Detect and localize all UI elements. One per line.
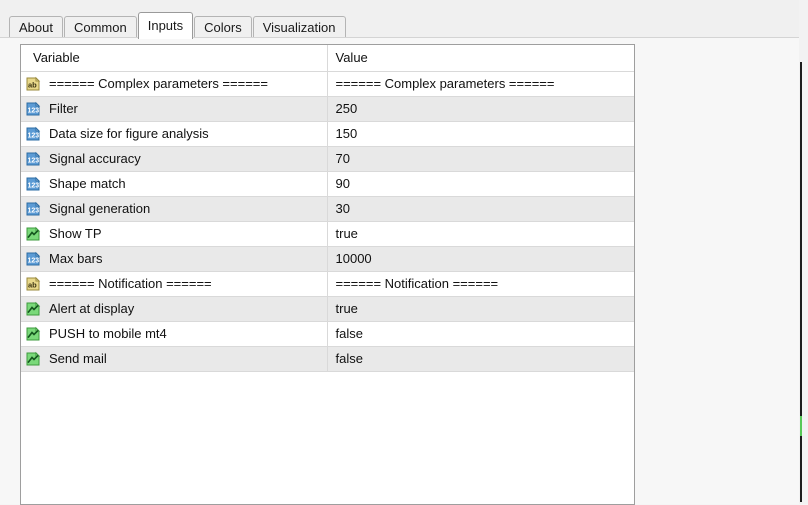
column-header-variable[interactable]: Variable <box>21 45 327 72</box>
tab-colors[interactable]: Colors <box>194 16 252 38</box>
variable-label: Filter <box>49 101 78 116</box>
table-row[interactable]: Alert at display true <box>21 296 634 322</box>
table-body: ab ====== Complex parameters ====== ======… <box>21 71 634 372</box>
tab-inputs[interactable]: Inputs <box>137 12 194 39</box>
number-type-icon: 123 <box>25 126 41 142</box>
variable-label: Show TP <box>49 226 102 241</box>
cell-variable[interactable]: Send mail <box>21 346 327 372</box>
boolean-type-icon <box>25 351 41 367</box>
cell-value[interactable]: ====== Notification ====== <box>326 271 634 297</box>
cell-value[interactable]: false <box>326 321 634 347</box>
svg-text:123: 123 <box>28 182 40 189</box>
table-row[interactable]: Show TP true <box>21 221 634 247</box>
variable-label: Data size for figure analysis <box>49 126 209 141</box>
variable-label: Send mail <box>49 351 107 366</box>
column-header-value[interactable]: Value <box>326 45 634 72</box>
number-type-icon: 123 <box>25 201 41 217</box>
cell-variable[interactable]: 123 Filter <box>21 96 327 122</box>
cell-variable[interactable]: Alert at display <box>21 296 327 322</box>
table-row[interactable]: PUSH to mobile mt4 false <box>21 321 634 347</box>
svg-text:123: 123 <box>28 132 40 139</box>
scrollbar-accent-marker <box>800 416 802 436</box>
string-type-icon: ab <box>25 76 41 92</box>
svg-text:ab: ab <box>28 80 37 89</box>
boolean-type-icon <box>25 326 41 342</box>
variable-label: ====== Complex parameters ====== <box>49 76 268 91</box>
boolean-type-icon <box>25 301 41 317</box>
variable-label: Alert at display <box>49 301 135 316</box>
cell-variable[interactable]: 123 Signal generation <box>21 196 327 222</box>
variable-label: Max bars <box>49 251 103 266</box>
cell-value[interactable]: 70 <box>326 146 634 172</box>
string-type-icon: ab <box>25 276 41 292</box>
boolean-type-icon <box>25 226 41 242</box>
inputs-pane: Variable Value ab ====== Complex paramete… <box>0 37 799 505</box>
svg-text:123: 123 <box>28 107 40 114</box>
variable-label: Signal generation <box>49 201 151 216</box>
svg-text:123: 123 <box>28 257 40 264</box>
svg-text:123: 123 <box>28 157 40 164</box>
tab-common[interactable]: Common <box>63 16 137 38</box>
dialog-body: About Common Inputs Colors Visualization Var… <box>0 0 799 505</box>
number-type-icon: 123 <box>25 151 41 167</box>
cell-variable[interactable]: 123 Data size for figure analysis <box>21 121 327 147</box>
variable-label: Shape match <box>49 176 126 191</box>
expert-properties-dialog: About Common Inputs Colors Visualization Var… <box>0 0 808 505</box>
parameters-table-container[interactable]: Variable Value ab ====== Complex paramete… <box>20 44 635 505</box>
cell-variable[interactable]: 123 Max bars <box>21 246 327 272</box>
variable-label: Signal accuracy <box>49 151 141 166</box>
number-type-icon: 123 <box>25 251 41 267</box>
cell-value[interactable]: 150 <box>326 121 634 147</box>
table-row[interactable]: Send mail false <box>21 346 634 372</box>
cell-value[interactable]: 30 <box>326 196 634 222</box>
cell-variable[interactable]: 123 Signal accuracy <box>21 146 327 172</box>
table-row[interactable]: ab ====== Notification ====== ====== Notif… <box>21 271 634 297</box>
svg-text:ab: ab <box>28 280 37 289</box>
table-row[interactable]: 123 Signal accuracy 70 <box>21 146 634 172</box>
number-type-icon: 123 <box>25 176 41 192</box>
cell-value[interactable]: 10000 <box>326 246 634 272</box>
cell-variable[interactable]: PUSH to mobile mt4 <box>21 321 327 347</box>
cell-value[interactable]: 250 <box>326 96 634 122</box>
parameters-table: Variable Value ab ====== Complex paramete… <box>21 45 634 372</box>
cell-variable[interactable]: ab ====== Notification ====== <box>21 271 327 297</box>
cell-value[interactable]: false <box>326 346 634 372</box>
table-row[interactable]: 123 Signal generation 30 <box>21 196 634 222</box>
table-row[interactable]: 123 Filter 250 <box>21 96 634 122</box>
cell-value[interactable]: true <box>326 296 634 322</box>
cell-variable[interactable]: Show TP <box>21 221 327 247</box>
tab-about[interactable]: About <box>9 16 63 38</box>
tab-strip: About Common Inputs Colors Visualization <box>0 0 799 39</box>
cell-value[interactable]: ====== Complex parameters ====== <box>326 71 634 97</box>
cell-value[interactable]: true <box>326 221 634 247</box>
table-row[interactable]: 123 Max bars 10000 <box>21 246 634 272</box>
svg-text:123: 123 <box>28 207 40 214</box>
cell-variable[interactable]: 123 Shape match <box>21 171 327 197</box>
table-row[interactable]: 123 Data size for figure analysis 150 <box>21 121 634 147</box>
cell-value[interactable]: 90 <box>326 171 634 197</box>
cell-variable[interactable]: ab ====== Complex parameters ====== <box>21 71 327 97</box>
number-type-icon: 123 <box>25 101 41 117</box>
table-row[interactable]: 123 Shape match 90 <box>21 171 634 197</box>
vertical-scrollbar-edge[interactable] <box>800 62 802 502</box>
variable-label: PUSH to mobile mt4 <box>49 326 167 341</box>
tab-list: About Common Inputs Colors Visualization <box>9 11 347 39</box>
variable-label: ====== Notification ====== <box>49 276 212 291</box>
table-row[interactable]: ab ====== Complex parameters ====== ======… <box>21 71 634 97</box>
tab-visualization[interactable]: Visualization <box>252 16 346 38</box>
table-header: Variable Value <box>21 45 634 72</box>
